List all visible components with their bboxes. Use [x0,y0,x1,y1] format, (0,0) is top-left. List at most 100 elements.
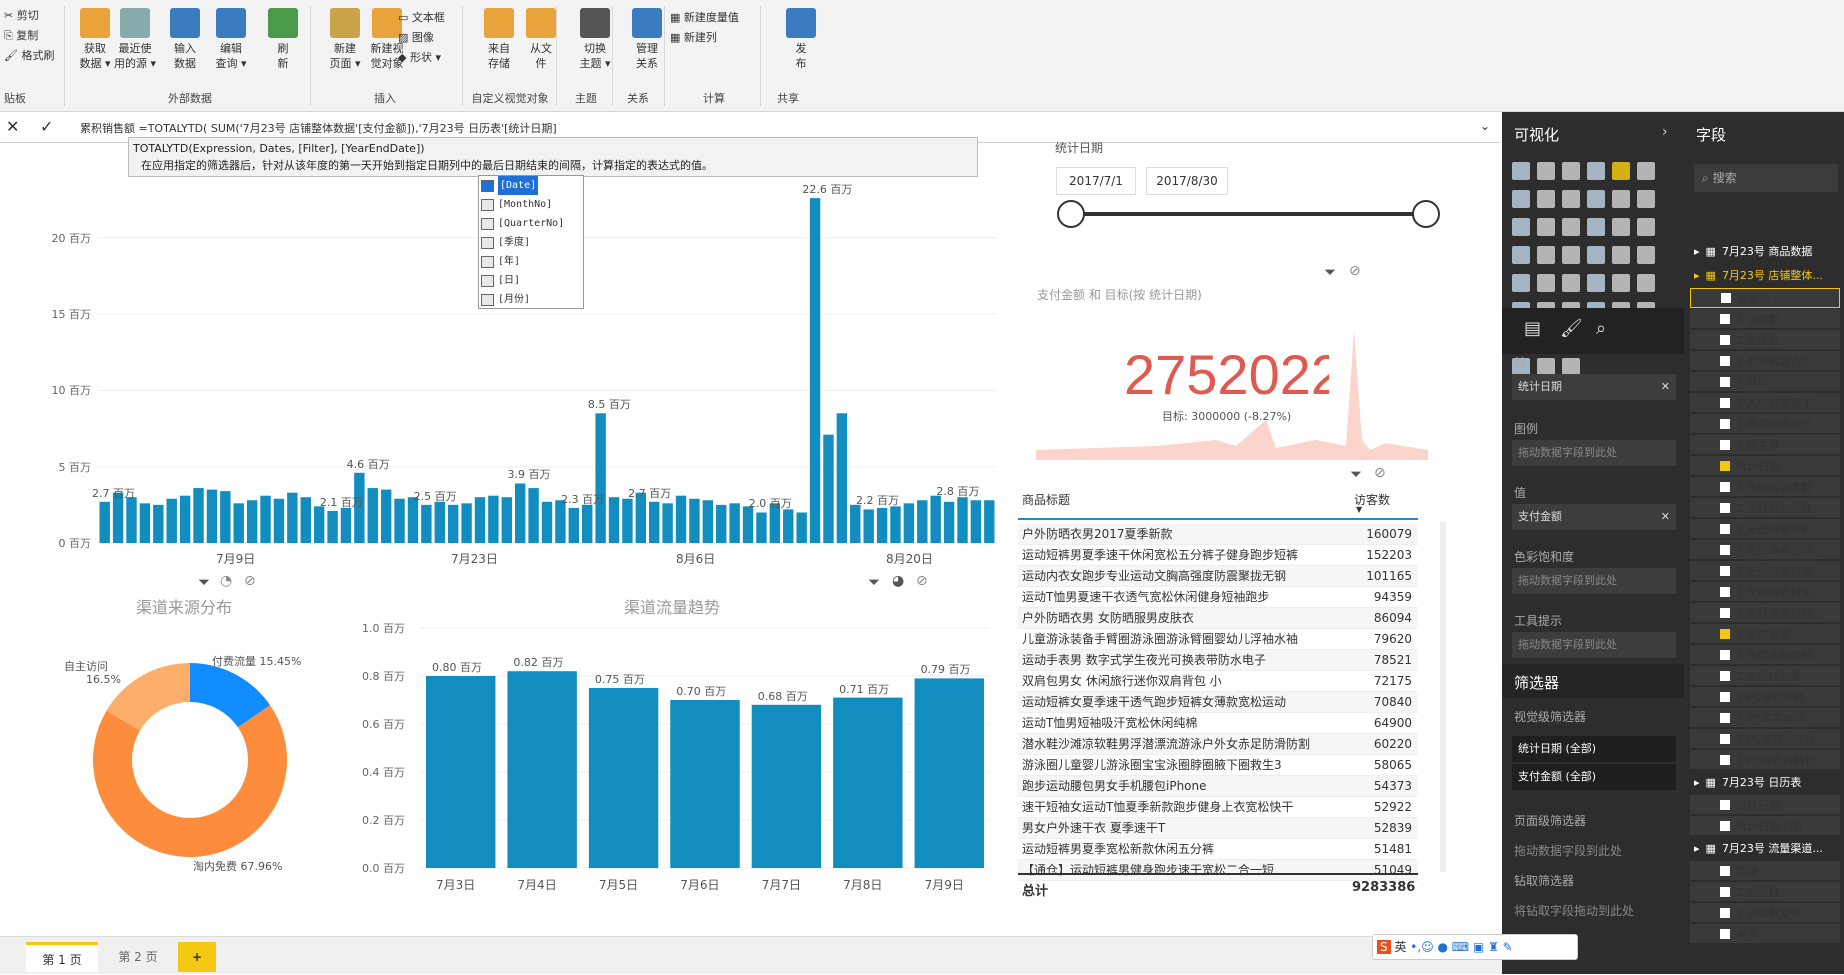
field-item[interactable]: Σ 商品详情页访... [1690,414,1840,434]
bar[interactable] [662,503,673,543]
table-row[interactable]: 运动短裤男夏季宽松新款休闲五分裤 51481 [1018,839,1418,860]
field-item[interactable]: Σ 无线端访客数... [1690,498,1840,518]
field-item[interactable]: Σ 无线端客单价 [1690,519,1840,539]
bar[interactable] [836,413,848,543]
col-clear-icon[interactable]: ⊘ [916,573,928,589]
bar[interactable] [783,509,794,543]
donut-chart[interactable] [90,660,290,860]
autocomplete-item[interactable]: [年] [479,252,583,271]
textbox-button[interactable]: ▭ 文本框 [398,8,445,28]
column[interactable] [588,688,659,868]
bar[interactable] [823,434,834,543]
viz-type-icon[interactable] [1512,274,1530,292]
bar[interactable] [340,507,352,543]
checkbox[interactable] [1720,313,1730,324]
bar[interactable] [943,501,955,543]
ribbon-refresh-button[interactable]: 刷 新 [260,8,306,71]
bar[interactable] [608,497,620,543]
tab-page-1[interactable]: 第 1 页 [26,942,98,972]
slider-handle-end[interactable] [1412,200,1440,228]
viz-type-icon[interactable] [1587,162,1605,180]
bar[interactable] [702,500,714,543]
field-item[interactable]: Σ 无线端访客数 [1690,477,1840,497]
checkbox[interactable] [1720,928,1730,939]
viz-type-icon[interactable] [1637,218,1655,236]
field-table-group[interactable]: ▸ ▦ 7月23号 流量渠道... [1690,837,1840,859]
bar[interactable] [595,413,606,543]
bar[interactable] [514,483,526,543]
field-item[interactable]: Σ 人均浏览量 ( ... [1690,393,1840,413]
checkbox[interactable] [1720,334,1730,345]
viz-type-icon[interactable] [1587,218,1605,236]
bar[interactable] [179,495,191,543]
viz-type-icon[interactable] [1562,162,1580,180]
filter-card-date[interactable]: 统计日期 (全部) [1512,736,1676,762]
field-item[interactable]: Σ 无线端商品详... [1690,540,1840,560]
bar[interactable] [716,504,727,543]
field-item[interactable]: Σ PC端支付转化... [1690,750,1840,770]
bar[interactable] [166,498,177,543]
checkbox[interactable] [1720,565,1730,576]
checkbox[interactable] [1720,439,1730,450]
checkbox[interactable] [1720,886,1730,897]
pie-clear-icon[interactable]: ⊘ [244,573,256,589]
viz-type-icon[interactable] [1512,218,1530,236]
checkbox[interactable] [1720,799,1730,810]
bar[interactable] [541,501,553,543]
color-sat-well[interactable]: 拖动数据字段到此处 [1512,568,1676,594]
bar[interactable] [153,504,164,543]
checkbox[interactable] [1720,460,1730,471]
table-row[interactable]: 运动T恤男短袖吸汗宽松休闲纯棉 64900 [1018,713,1418,734]
table-row[interactable]: 运动手表男 数字式学生夜光可换表带防水电子 78521 [1018,650,1418,671]
bar[interactable] [126,497,137,543]
field-item[interactable]: Σ 支付金额较前... [1690,645,1840,665]
checkbox[interactable] [1720,481,1730,492]
bar[interactable] [917,500,928,543]
bar[interactable] [421,504,432,543]
autocomplete-item[interactable]: [季度] [479,233,583,252]
field-item[interactable]: 统计日期 [1690,795,1840,815]
field-item[interactable]: Σ 访客数 [1690,882,1840,902]
field-item[interactable]: Σ 支付金额 [1690,624,1840,644]
checkbox[interactable] [1720,376,1730,387]
drill-drop[interactable]: 将钻取字段拖动到此处 [1514,902,1634,919]
table-row[interactable]: 速干短袖女运动T恤夏季新款跑步健身上衣宽松快干 52922 [1018,797,1418,818]
values-well[interactable]: 支付金额 ✕ [1512,504,1676,530]
bar[interactable] [970,500,982,543]
field-item[interactable]: Σ PC端商品详情... [1690,729,1840,749]
checkbox[interactable] [1720,544,1730,555]
bar[interactable] [957,497,968,543]
ribbon-edit-button[interactable]: 编辑 查询 ▾ [208,8,254,71]
ribbon-newpage-button[interactable]: 新建 页面 ▾ [322,8,368,71]
bar[interactable] [689,498,700,543]
bar[interactable] [649,501,660,543]
copy-button[interactable]: ⎘ 复制 [4,26,38,45]
table-header-title[interactable]: 商品标题 [1022,491,1070,508]
pie-filter-icon[interactable]: ⏷ [198,573,210,591]
table-row[interactable]: 运动内衣女跑步专业运动文胸高强度防震聚拢无钢 101165 [1018,566,1418,587]
field-item[interactable]: Σ 老访客数占比 [1690,351,1840,371]
viz-type-icon[interactable] [1612,218,1630,236]
column[interactable] [426,676,496,868]
checkbox[interactable] [1720,691,1730,702]
legend-well[interactable]: 拖动数据字段到此处 [1512,440,1676,466]
bar[interactable] [742,506,754,543]
bar[interactable] [729,503,740,543]
table-clear-filter-icon[interactable]: ⊘ [1374,465,1386,481]
checkbox[interactable] [1720,523,1730,534]
slicer-from[interactable]: 2017/7/1 [1056,167,1136,195]
bar[interactable] [99,501,110,543]
viz-type-icon[interactable] [1587,274,1605,292]
viz-type-icon[interactable] [1637,246,1655,264]
table-row[interactable]: 户外防晒衣男 女防晒服男皮肤衣 86094 [1018,608,1418,629]
bar[interactable] [528,488,539,543]
checkbox[interactable] [1720,649,1730,660]
bar[interactable] [367,488,378,543]
page-filters-drop[interactable]: 拖动数据字段到此处 [1514,842,1622,859]
slicer-to[interactable]: 2017/8/30 [1146,167,1228,195]
autocomplete-item[interactable]: [月份] [479,290,583,309]
viz-type-icon[interactable] [1637,274,1655,292]
bar[interactable] [622,498,633,543]
bar[interactable] [863,509,874,543]
table-scrollbar[interactable] [1440,522,1446,872]
